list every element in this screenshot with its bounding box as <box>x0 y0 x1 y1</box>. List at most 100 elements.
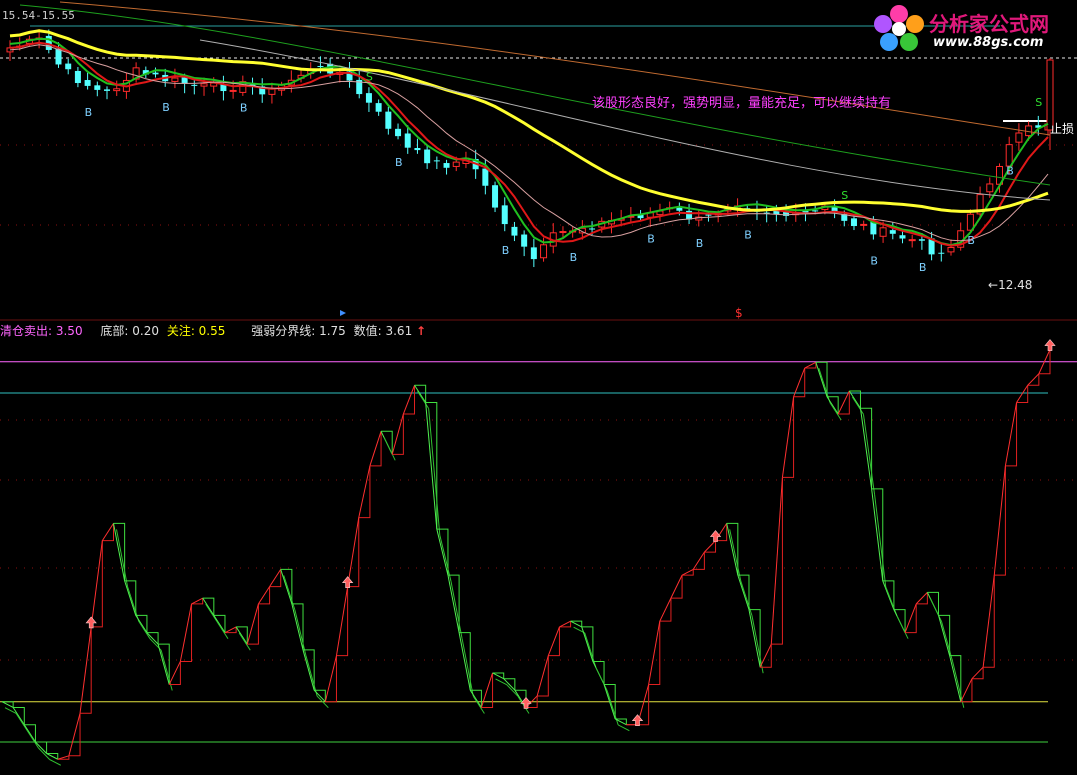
candle-body <box>938 252 945 254</box>
indicator-line-segment <box>335 586 349 656</box>
indicator-line-segment <box>492 672 504 680</box>
buy-signal-marker: B <box>647 233 655 246</box>
indicator-shadow-segment <box>874 494 887 587</box>
indicator-line-segment <box>815 362 828 397</box>
indicator-line-segment <box>202 597 215 616</box>
candle-body <box>947 247 955 253</box>
indicator-shadow-segment <box>461 638 474 697</box>
indicator-shadow-segment <box>115 529 129 587</box>
buy-arrow-icon <box>341 576 354 588</box>
indicator-line-segment <box>759 643 772 668</box>
indicator-line-segment <box>35 741 47 754</box>
indicator-line-segment <box>536 655 549 697</box>
left-arrow-icon: ← <box>988 278 999 292</box>
candle-body <box>589 228 596 230</box>
buy-signal-marker: B <box>967 234 975 247</box>
indicator-line-segment <box>358 465 371 518</box>
indicator-line-segment <box>101 523 114 541</box>
indicator-line-segment <box>369 431 382 466</box>
candle-body <box>55 48 62 65</box>
indicator-shadow-segment <box>617 724 630 732</box>
indicator-line-segment <box>915 592 928 605</box>
indicator-line-segment <box>414 385 427 403</box>
candle-body <box>870 222 877 235</box>
buy-signal-marker: B <box>870 254 878 267</box>
indicator-line-segment <box>146 632 159 645</box>
indicator-line-segment <box>347 517 360 587</box>
ma-short-green-line <box>9 37 1049 247</box>
candle-body <box>850 218 857 227</box>
indicator-line-segment <box>469 689 482 708</box>
indicator-line-segment <box>570 620 582 628</box>
sell-signal-marker: S <box>841 189 848 202</box>
indicator-shadow-segment <box>15 713 28 731</box>
indicator-shadow-segment <box>138 621 151 639</box>
candle-body <box>676 207 683 211</box>
indicator-line-segment <box>224 626 237 634</box>
candle-body <box>229 89 237 92</box>
indicator-line-segment <box>79 626 92 714</box>
indicator-line-segment <box>648 621 661 685</box>
indicator-line-segment <box>1 701 14 708</box>
legend-item-watch: 关注: 0.55 <box>166 324 226 338</box>
indicator-line-segment <box>882 580 895 610</box>
indicator-line-segment <box>982 575 995 668</box>
indicator-line-segment <box>1004 402 1018 466</box>
indicator-line-segment <box>313 689 326 703</box>
sell-signal-marker: S <box>1035 96 1042 109</box>
candle-body <box>191 84 198 86</box>
candle-body <box>65 63 72 70</box>
low-price-value: 12.48 <box>998 278 1033 292</box>
buy-signal-marker: B <box>502 244 510 257</box>
indicator-line-segment <box>826 396 839 415</box>
candle-body <box>879 227 887 237</box>
indicator-line-segment <box>681 568 694 576</box>
indicator-line-segment <box>904 603 917 633</box>
candle-body <box>860 223 868 226</box>
candle-body <box>540 244 548 259</box>
price-range-label: 15.54-15.55 <box>2 9 75 22</box>
buy-arrow-icon <box>520 696 532 709</box>
indicator-line-segment <box>859 408 873 489</box>
candle-body <box>84 80 91 86</box>
indicator-line-segment <box>871 488 884 581</box>
indicator-shadow-segment <box>216 621 229 639</box>
indicator-shadow-segment <box>450 581 463 639</box>
indicator-line-segment <box>781 396 795 478</box>
indicator-line-segment <box>258 586 270 605</box>
candle-body <box>812 210 819 212</box>
buy-signal-marker: B <box>1006 165 1014 178</box>
buy-signal-marker: B <box>919 261 927 274</box>
indicator-line-segment <box>848 390 861 409</box>
indicator-line-segment <box>179 603 193 662</box>
indicator-shadow-segment <box>238 632 251 651</box>
buy-arrow-icon <box>85 616 97 629</box>
candle-body <box>375 103 382 112</box>
indicator-line-segment <box>191 597 203 605</box>
indicator-line-segment <box>124 580 137 616</box>
candle-body <box>452 161 460 167</box>
indicator-shadow-segment <box>952 661 965 708</box>
legend-item-divide: 强弱分界线: 1.75 <box>251 324 346 338</box>
candle-body <box>899 235 906 239</box>
main-chart: B B B B B B B B B B B B B S S S <box>0 1 1077 766</box>
indicator-line-segment <box>291 603 304 651</box>
candle-body <box>74 70 81 84</box>
buy-arrow-icon <box>631 714 644 727</box>
candle-body <box>113 88 121 92</box>
candle-body <box>152 72 159 75</box>
buy-signal-marker: B <box>162 101 170 114</box>
candle-body <box>501 205 508 225</box>
indicator-shadow-segment <box>584 632 597 668</box>
indicator-line-segment <box>837 390 850 415</box>
stop-loss-label: 止损 <box>1050 122 1075 136</box>
candle-body <box>511 226 518 236</box>
indicator-shadow-segment <box>729 529 742 582</box>
flower-icon <box>874 5 924 51</box>
indicator-line-segment <box>581 626 594 662</box>
candle-body <box>492 185 499 208</box>
buy-signal-marker: B <box>85 106 93 119</box>
candle-body <box>482 168 489 186</box>
logo-url: www.88gs.com <box>933 35 1044 50</box>
indicator-line-segment <box>458 632 471 691</box>
